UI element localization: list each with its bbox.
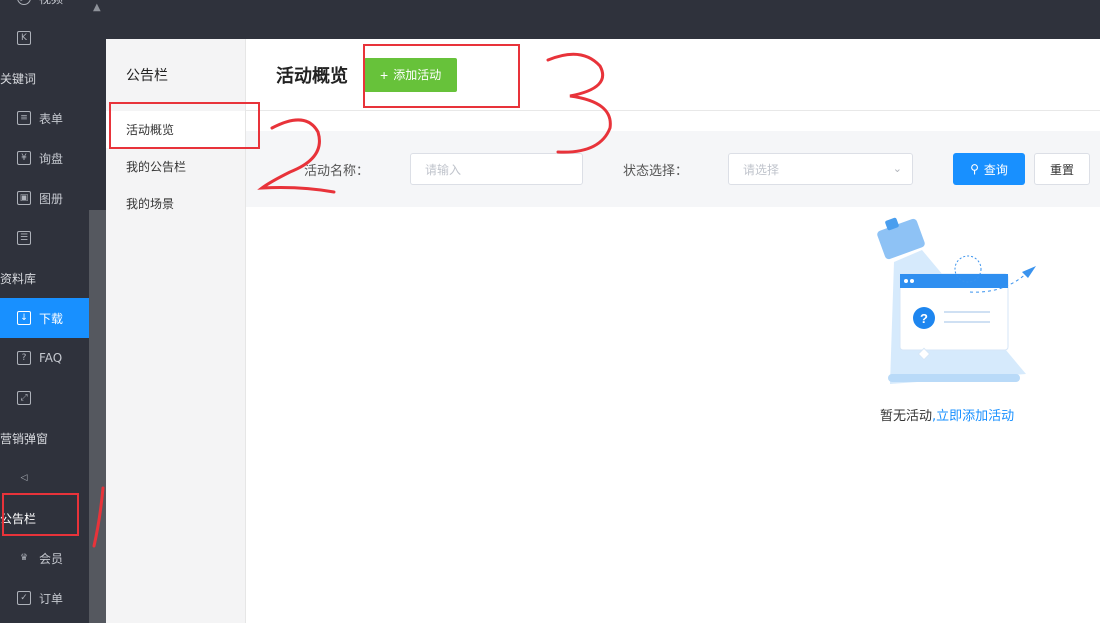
- paper-plane-icon: [1022, 266, 1036, 278]
- nav-item-video[interactable]: ▶ 视频: [0, 0, 89, 18]
- empty-state-text: 暂无活动,立即添加活动: [880, 405, 1014, 424]
- activity-name-placeholder: 请输入: [425, 162, 462, 177]
- filter-bar: 活动名称： 请输入 状态选择： 请选择 ⌄ ⚲ 查询 重置: [246, 131, 1100, 207]
- search-icon: ⚲: [970, 162, 979, 176]
- order-icon: ✓: [17, 591, 31, 605]
- annotation-box-1: [2, 493, 79, 536]
- nav-item-server[interactable]: ☰: [0, 218, 89, 258]
- nav-group-marketing-popup[interactable]: 营销弹窗: [0, 418, 89, 458]
- nav-item-speaker[interactable]: ◁: [0, 458, 89, 498]
- nav-item-form[interactable]: ≡ 表单: [0, 98, 89, 138]
- nav-item-label: 下载: [39, 311, 64, 326]
- crown-icon: ♛: [19, 553, 29, 563]
- nav-item-label: FAQ: [39, 351, 63, 365]
- nav-item-label: 图册: [39, 191, 64, 206]
- nav-group-label: 关键词: [0, 71, 37, 86]
- nav-item-label: 订单: [39, 591, 64, 606]
- speaker-icon: ◁: [20, 473, 28, 483]
- annotation-box-3: [363, 44, 520, 108]
- query-button[interactable]: ⚲ 查询: [953, 153, 1025, 185]
- expand-icon: ⤢: [17, 391, 31, 405]
- nav-item-label: 询盘: [39, 151, 64, 166]
- status-select-placeholder: 请选择: [743, 162, 780, 177]
- sub-nav-item-my-bulletin[interactable]: 我的公告栏: [106, 148, 245, 185]
- download-icon: ↓: [17, 311, 31, 325]
- server-icon: ☰: [17, 231, 31, 245]
- main-content: 活动概览 + 添加活动 活动名称： 请输入 状态选择： 请选择 ⌄ ⚲ 查询 重…: [246, 39, 1100, 623]
- sub-nav-title: 公告栏: [126, 68, 168, 84]
- sub-nav-item-my-scenes[interactable]: 我的场景: [106, 185, 245, 222]
- chevron-down-icon: ⌄: [892, 162, 902, 175]
- empty-state-illustration: ?: [877, 217, 1036, 384]
- status-select[interactable]: 请选择 ⌄: [728, 153, 913, 185]
- video-icon: ▶: [17, 0, 31, 5]
- form-icon: ≡: [17, 111, 31, 125]
- nav-item-expand[interactable]: ⤢: [0, 378, 89, 418]
- nav-item-label: 会员: [39, 551, 64, 566]
- album-icon: ▣: [17, 191, 31, 205]
- nav-item-label: 表单: [39, 111, 64, 126]
- top-bar: [106, 0, 1100, 39]
- nav-item-label: 视频: [39, 0, 63, 7]
- nav-group-label: 资料库: [0, 271, 37, 286]
- nav-item-inquiry[interactable]: ¥ 询盘: [0, 138, 89, 178]
- empty-message: 暂无活动: [880, 409, 933, 424]
- k-icon: K: [17, 31, 31, 45]
- faq-icon: ?: [17, 351, 31, 365]
- nav-item-k[interactable]: K: [0, 18, 89, 58]
- scrollbar-thumb[interactable]: [89, 210, 106, 623]
- nav-group-keywords[interactable]: 关键词: [0, 58, 89, 98]
- nav-scrollbar[interactable]: ▲: [89, 0, 106, 623]
- status-select-label: 状态选择：: [623, 163, 689, 179]
- nav-item-order[interactable]: ✓ 订单: [0, 578, 89, 618]
- nav-group-library[interactable]: 资料库: [0, 258, 89, 298]
- activity-name-label: 活动名称：: [304, 163, 370, 179]
- nav-group-label: 营销弹窗: [0, 431, 49, 446]
- annotation-box-2: [109, 102, 260, 149]
- reset-button[interactable]: 重置: [1034, 153, 1090, 185]
- query-label: 查询: [983, 162, 1008, 177]
- nav-item-album[interactable]: ▣ 图册: [0, 178, 89, 218]
- nav-item-download[interactable]: ↓ 下载: [0, 298, 89, 338]
- inquiry-icon: ¥: [17, 151, 31, 165]
- add-activity-link[interactable]: ,立即添加活动: [932, 409, 1014, 424]
- svg-text:?: ?: [920, 311, 928, 326]
- activity-name-input[interactable]: 请输入: [410, 153, 583, 185]
- nav-item-member[interactable]: ♛ 会员: [0, 538, 89, 578]
- page-title: 活动概览: [276, 65, 348, 87]
- nav-item-faq[interactable]: ? FAQ: [0, 338, 89, 378]
- scroll-up-icon[interactable]: ▲: [93, 2, 101, 13]
